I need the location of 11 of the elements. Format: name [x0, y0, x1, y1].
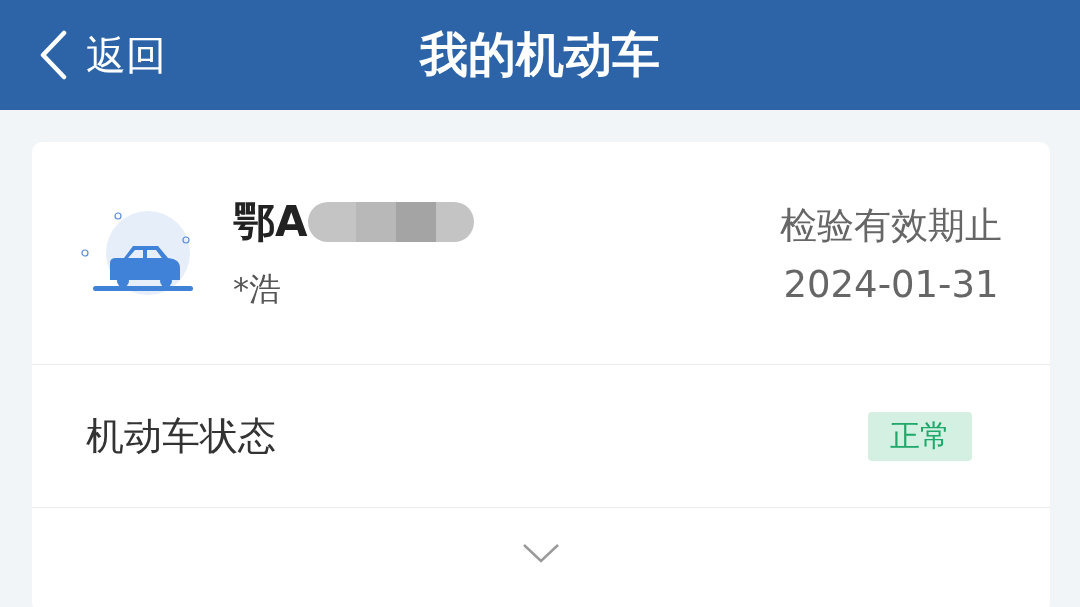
status-badge: 正常 — [868, 411, 972, 461]
owner-name: *浩 — [233, 269, 282, 310]
back-button[interactable]: 返回 — [0, 27, 166, 83]
back-icon — [38, 30, 68, 80]
chevron-icon — [522, 543, 560, 563]
page-title: 我的机动车 — [420, 25, 660, 84]
expiry-label: 检验有效期止 — [780, 202, 1002, 249]
expiry-date: 2024-01-31 — [783, 262, 999, 306]
expand-button[interactable] — [522, 543, 560, 563]
status-label: 机动车状态 — [86, 412, 276, 460]
license-plate: 鄂A — [233, 196, 308, 248]
